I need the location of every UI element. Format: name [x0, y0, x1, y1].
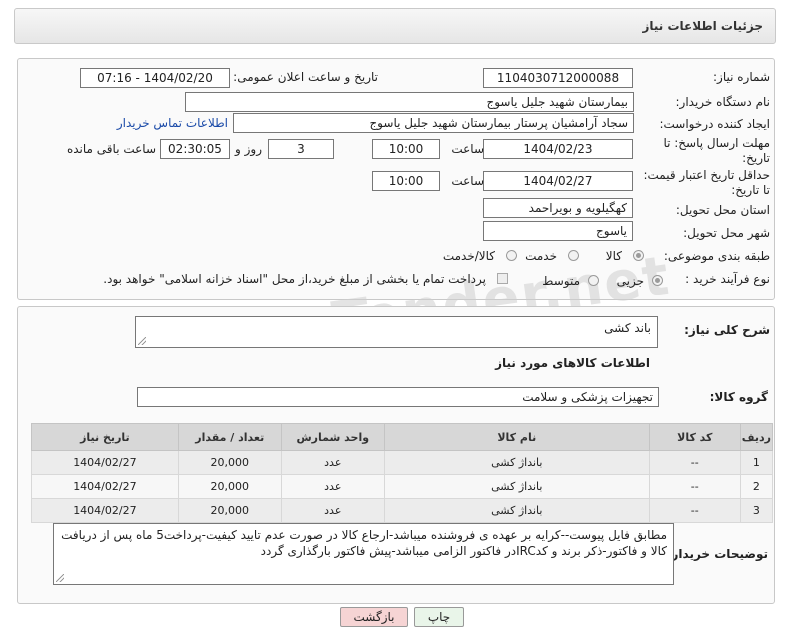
- goods-code: --: [648, 474, 741, 499]
- category-radio-service[interactable]: [568, 250, 579, 261]
- resize-grip-icon[interactable]: [138, 337, 146, 345]
- col-goods-name: نام کالا: [383, 423, 650, 451]
- announce-label: تاریخ و ساعت اعلان عمومی:: [233, 70, 378, 84]
- buyer-notes-text: مطابق فایل پیوست--کرایه بر عهده ی فروشند…: [61, 528, 667, 558]
- buyer-notes-field[interactable]: مطابق فایل پیوست--کرایه بر عهده ی فروشند…: [53, 523, 674, 585]
- summary-label: شرح کلی نیاز:: [684, 323, 770, 337]
- need-number-field[interactable]: 1104030712000088: [483, 68, 633, 88]
- deadline-time-label: ساعت: [451, 142, 484, 156]
- quantity: 20,000: [177, 450, 282, 475]
- goods-name: بانداژ کشی: [383, 498, 650, 523]
- row-number: 1: [739, 450, 774, 475]
- quantity: 20,000: [177, 474, 282, 499]
- treasury-payment-note: پرداخت تمام یا بخشی از مبلغ خرید،از محل …: [103, 272, 486, 286]
- row-number: 2: [739, 474, 774, 499]
- page-title: جزئیات اطلاعات نیاز: [642, 19, 763, 33]
- process-radio-medium[interactable]: [588, 275, 599, 286]
- need-number-label: شماره نیاز:: [713, 70, 770, 84]
- process-option-minor: جزیی: [616, 274, 644, 288]
- category-radio-goods[interactable]: [633, 250, 644, 261]
- category-label: طبقه بندی موضوعی:: [663, 249, 770, 263]
- need-date: 1404/02/27: [31, 450, 179, 475]
- deadline-date-field[interactable]: 1404/02/23: [483, 139, 633, 159]
- creator-label: ایجاد کننده درخواست:: [659, 117, 770, 131]
- quantity: 20,000: [177, 498, 282, 523]
- summary-field[interactable]: باند کشی: [135, 316, 658, 348]
- category-option-goods-service: کالا/خدمت: [442, 249, 495, 263]
- treasury-payment-checkbox[interactable]: [497, 273, 508, 284]
- unit: عدد: [280, 450, 385, 475]
- city-field[interactable]: یاسوج: [483, 221, 633, 241]
- col-unit: واحد شمارش: [280, 423, 385, 451]
- price-time-field[interactable]: 10:00: [372, 171, 440, 191]
- goods-name: بانداژ کشی: [383, 474, 650, 499]
- days-field[interactable]: 3: [268, 139, 334, 159]
- table-row[interactable]: 1 -- بانداژ کشی عدد 20,000 1404/02/27: [31, 450, 774, 475]
- need-date: 1404/02/27: [31, 498, 179, 523]
- price-validity-label-2: تا تاریخ:: [731, 183, 770, 197]
- need-date: 1404/02/27: [31, 474, 179, 499]
- buyer-org-label: نام دستگاه خریدار:: [675, 95, 771, 109]
- col-goods-code: کد کالا: [648, 423, 741, 451]
- remaining-time-label: ساعت باقی مانده: [66, 142, 156, 156]
- goods-code: --: [648, 450, 741, 475]
- province-field[interactable]: کهگیلویه و بویراحمد: [483, 198, 633, 218]
- remaining-time-field[interactable]: 02:30:05: [160, 139, 230, 159]
- process-label: نوع فرآیند خرید :: [685, 272, 770, 286]
- buyer-notes-label: توضیحات خریدار:: [666, 547, 768, 561]
- row-number: 3: [739, 498, 774, 523]
- buyer-contact-link[interactable]: اطلاعات تماس خریدار: [117, 116, 228, 130]
- days-label: روز و: [235, 142, 262, 156]
- price-time-label: ساعت: [451, 174, 484, 188]
- category-option-service: خدمت: [525, 249, 557, 263]
- col-quantity: تعداد / مقدار: [177, 423, 282, 451]
- goods-group-label: گروه کالا:: [709, 390, 768, 404]
- print-button[interactable]: چاپ: [414, 607, 464, 627]
- summary-value: باند کشی: [604, 321, 651, 335]
- deadline-time-field[interactable]: 10:00: [372, 139, 440, 159]
- city-label: شهر محل تحویل:: [683, 226, 770, 240]
- buyer-org-field[interactable]: بیمارستان شهید جلیل یاسوج: [185, 92, 634, 112]
- goods-code: --: [648, 498, 741, 523]
- resize-grip-icon[interactable]: [56, 574, 64, 582]
- goods-group-field[interactable]: تجهیزات پزشکی و سلامت: [137, 387, 659, 407]
- col-need-date: تاریخ نیاز: [31, 423, 179, 451]
- goods-heading: اطلاعات کالاهای مورد نیاز: [495, 356, 650, 370]
- province-label: استان محل تحویل:: [675, 203, 770, 217]
- deadline-label-2: تاریخ:: [742, 151, 770, 165]
- table-row[interactable]: 3 -- بانداژ کشی عدد 20,000 1404/02/27: [31, 498, 774, 523]
- process-option-medium: متوسط: [542, 274, 580, 288]
- unit: عدد: [280, 498, 385, 523]
- category-radio-goods-service[interactable]: [506, 250, 517, 261]
- goods-name: بانداژ کشی: [383, 450, 650, 475]
- items-table: ردیف کد کالا نام کالا واحد شمارش تعداد /…: [31, 423, 774, 523]
- deadline-label: مهلت ارسال پاسخ: تا: [663, 136, 770, 150]
- back-button[interactable]: بازگشت: [340, 607, 408, 627]
- table-row[interactable]: 2 -- بانداژ کشی عدد 20,000 1404/02/27: [31, 474, 774, 499]
- price-date-field[interactable]: 1404/02/27: [483, 171, 633, 191]
- creator-field[interactable]: سجاد آرامشیان پرستار بیمارستان شهید جلیل…: [233, 113, 634, 133]
- col-row-number: ردیف: [739, 423, 774, 451]
- title-bar: جزئیات اطلاعات نیاز: [14, 8, 776, 44]
- price-validity-label: حداقل تاریخ اعتبار قیمت:: [643, 168, 770, 182]
- announce-field[interactable]: 1404/02/20 - 07:16: [80, 68, 230, 88]
- category-option-goods: کالا: [605, 249, 622, 263]
- table-header-row: ردیف کد کالا نام کالا واحد شمارش تعداد /…: [31, 423, 774, 451]
- unit: عدد: [280, 474, 385, 499]
- process-radio-minor[interactable]: [652, 275, 663, 286]
